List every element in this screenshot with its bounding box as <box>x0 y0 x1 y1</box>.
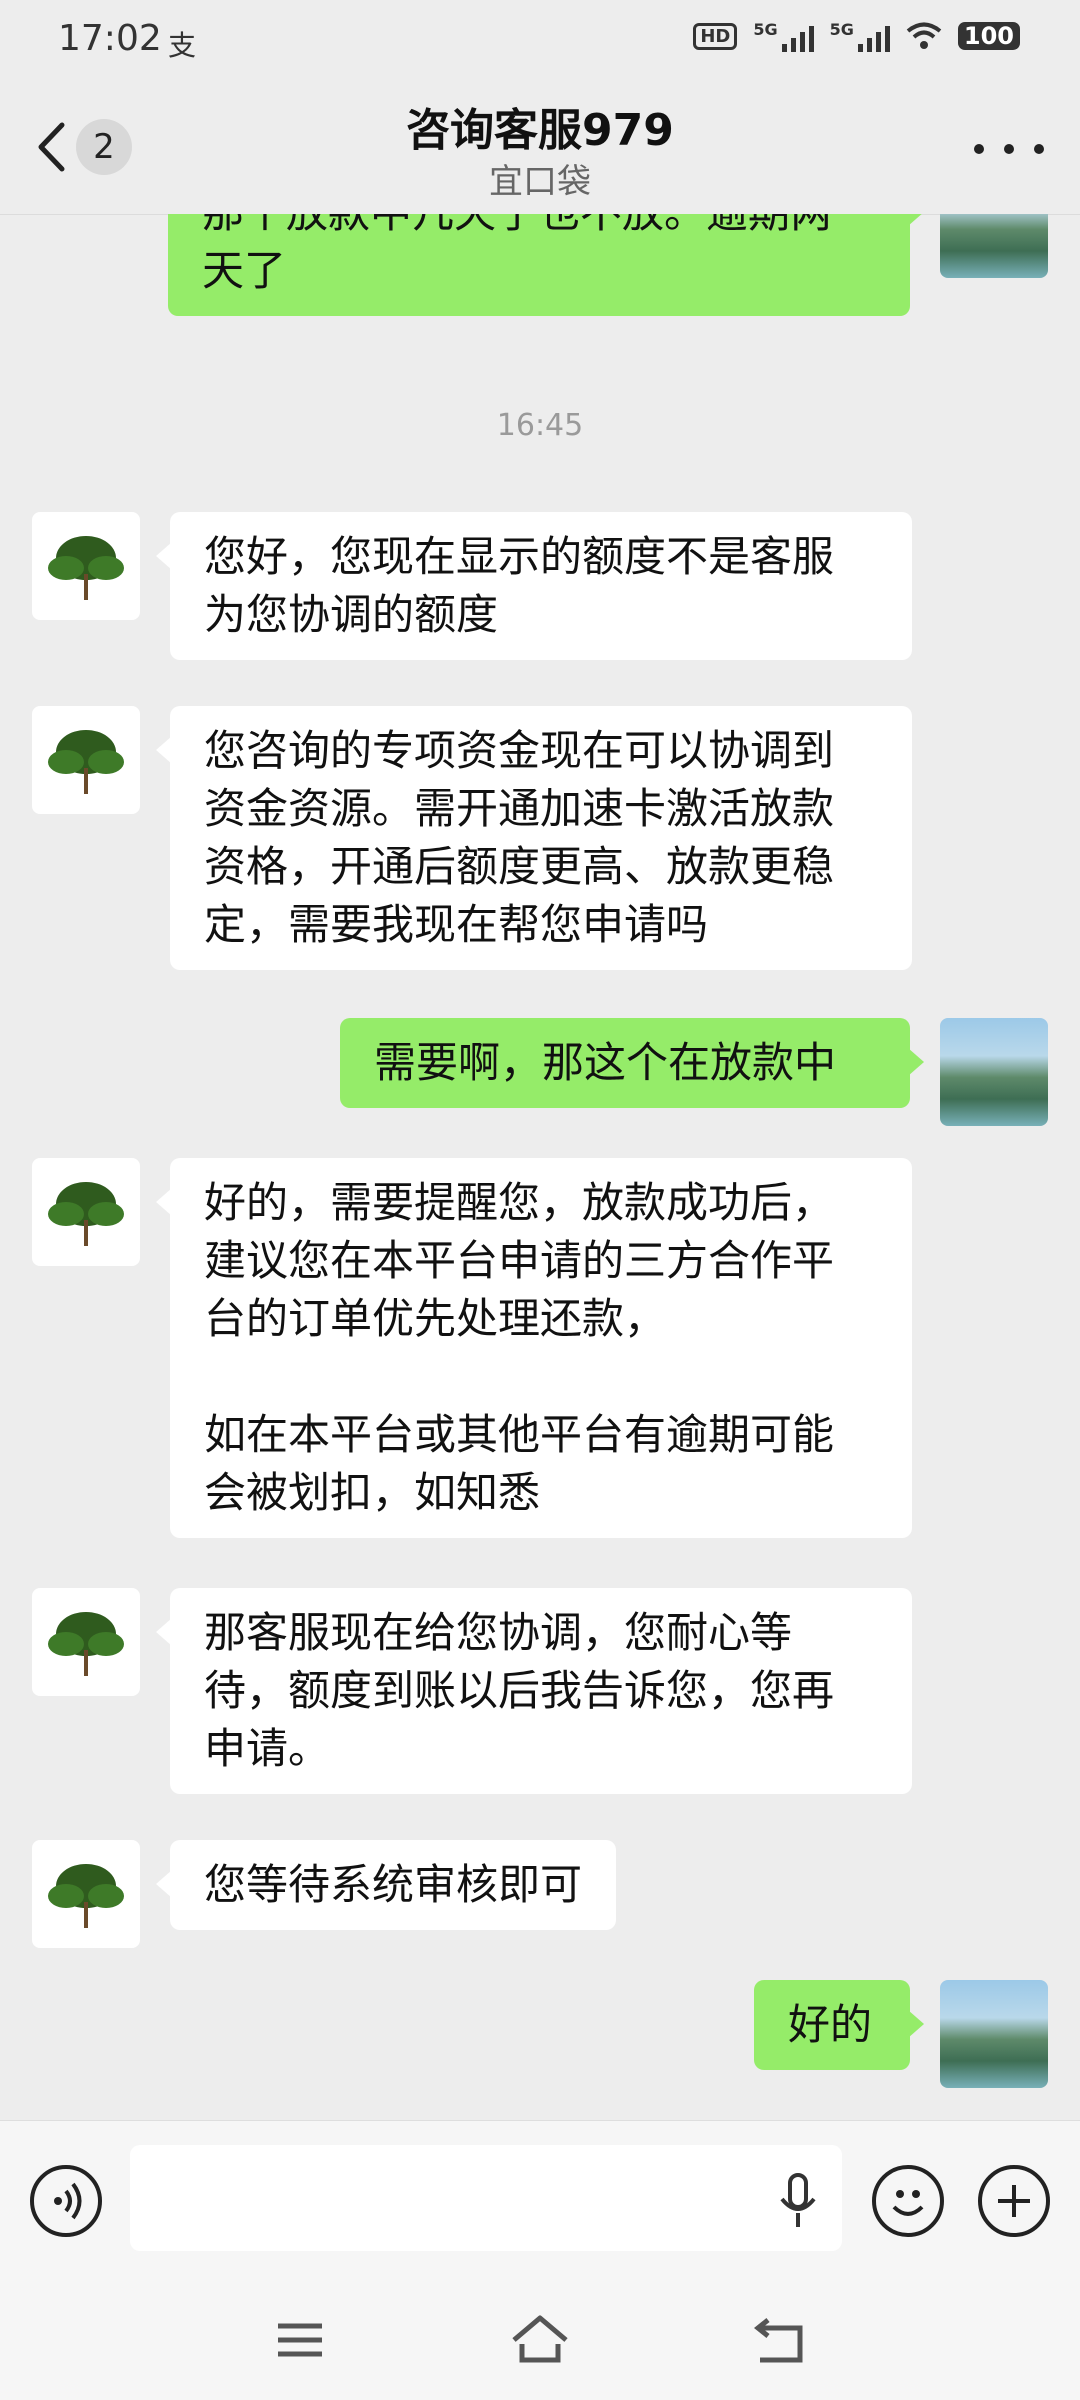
emoji-icon <box>892 2190 924 2216</box>
agent-avatar[interactable] <box>32 706 140 814</box>
agent-avatar[interactable] <box>32 1840 140 1948</box>
user-avatar[interactable] <box>940 1018 1048 1126</box>
message-outgoing[interactable]: 那个放款中几天了也不放。逾期两 天了 <box>168 214 924 316</box>
leaf-avatar-icon <box>48 1864 124 1928</box>
voice-icon <box>54 2182 82 2220</box>
message-incoming[interactable]: 您好，您现在显示的额度不是客服 为您协调的额度 <box>156 512 912 660</box>
more-functions-button[interactable] <box>978 2165 1050 2237</box>
leaf-avatar-icon <box>48 1182 124 1246</box>
leaf-avatar-icon <box>48 1612 124 1676</box>
agent-avatar[interactable] <box>32 1588 140 1696</box>
message-input-bar <box>0 2120 1080 2281</box>
signal-icon-sim2: 5G <box>830 20 890 52</box>
home-icon[interactable] <box>510 2310 570 2370</box>
user-avatar[interactable] <box>940 1980 1048 2088</box>
voice-input-button[interactable] <box>30 2165 102 2237</box>
status-indicators: HD 5G 5G 100 <box>693 20 1020 52</box>
plus-icon <box>998 2185 1030 2217</box>
message-timestamp: 16:45 <box>496 408 584 443</box>
battery-icon: 100 <box>957 22 1020 50</box>
menu-icon[interactable] <box>270 2310 330 2370</box>
agent-avatar[interactable] <box>32 512 140 620</box>
leaf-avatar-icon <box>48 536 124 600</box>
message-incoming[interactable]: 您等待系统审核即可 <box>155 1840 617 1930</box>
status-bar: 17:02 支 HD 5G 5G 100 <box>0 0 1080 84</box>
alipay-icon: 支 <box>168 29 197 62</box>
chat-header: 2 咨询客服979 宜口袋 <box>0 84 1080 215</box>
agent-avatar[interactable] <box>32 1158 140 1266</box>
microphone-icon[interactable] <box>778 2173 818 2229</box>
hd-icon: HD <box>693 22 738 50</box>
message-outgoing[interactable]: 需要啊，那这个在放款中 <box>340 1018 924 1108</box>
leaf-avatar-icon <box>48 730 124 794</box>
message-list[interactable]: 那个放款中几天了也不放。逾期两 天了 16:45 您好，您现在显示的额度不是客服… <box>0 214 1080 2120</box>
signal-icon-sim1: 5G <box>753 20 814 52</box>
system-nav-bar <box>0 2280 1080 2400</box>
wifi-icon <box>906 22 942 49</box>
user-avatar[interactable] <box>940 214 1048 278</box>
emoji-button[interactable] <box>872 2165 944 2237</box>
more-options-button[interactable] <box>974 124 1044 174</box>
status-time: 17:02 <box>58 18 162 59</box>
message-text-field[interactable] <box>130 2145 842 2251</box>
message-incoming[interactable]: 您咨询的专项资金现在可以协调到 资金资源。需开通加速卡激活放款 资格，开通后额度… <box>156 706 912 970</box>
message-outgoing[interactable]: 好的 <box>754 1980 924 2070</box>
chat-subtitle: 宜口袋 <box>489 162 591 202</box>
message-incoming[interactable]: 那客服现在给您协调，您耐心等 待，额度到账以后我告诉您，您再 申请。 <box>156 1588 912 1794</box>
chat-title: 咨询客服979 <box>406 105 674 156</box>
message-incoming[interactable]: 好的，需要提醒您，放款成功后， 建议您在本平台申请的三方合作平 台的订单优先处理… <box>156 1158 912 1538</box>
back-icon[interactable] <box>750 2310 810 2370</box>
more-dots-icon <box>974 144 984 154</box>
